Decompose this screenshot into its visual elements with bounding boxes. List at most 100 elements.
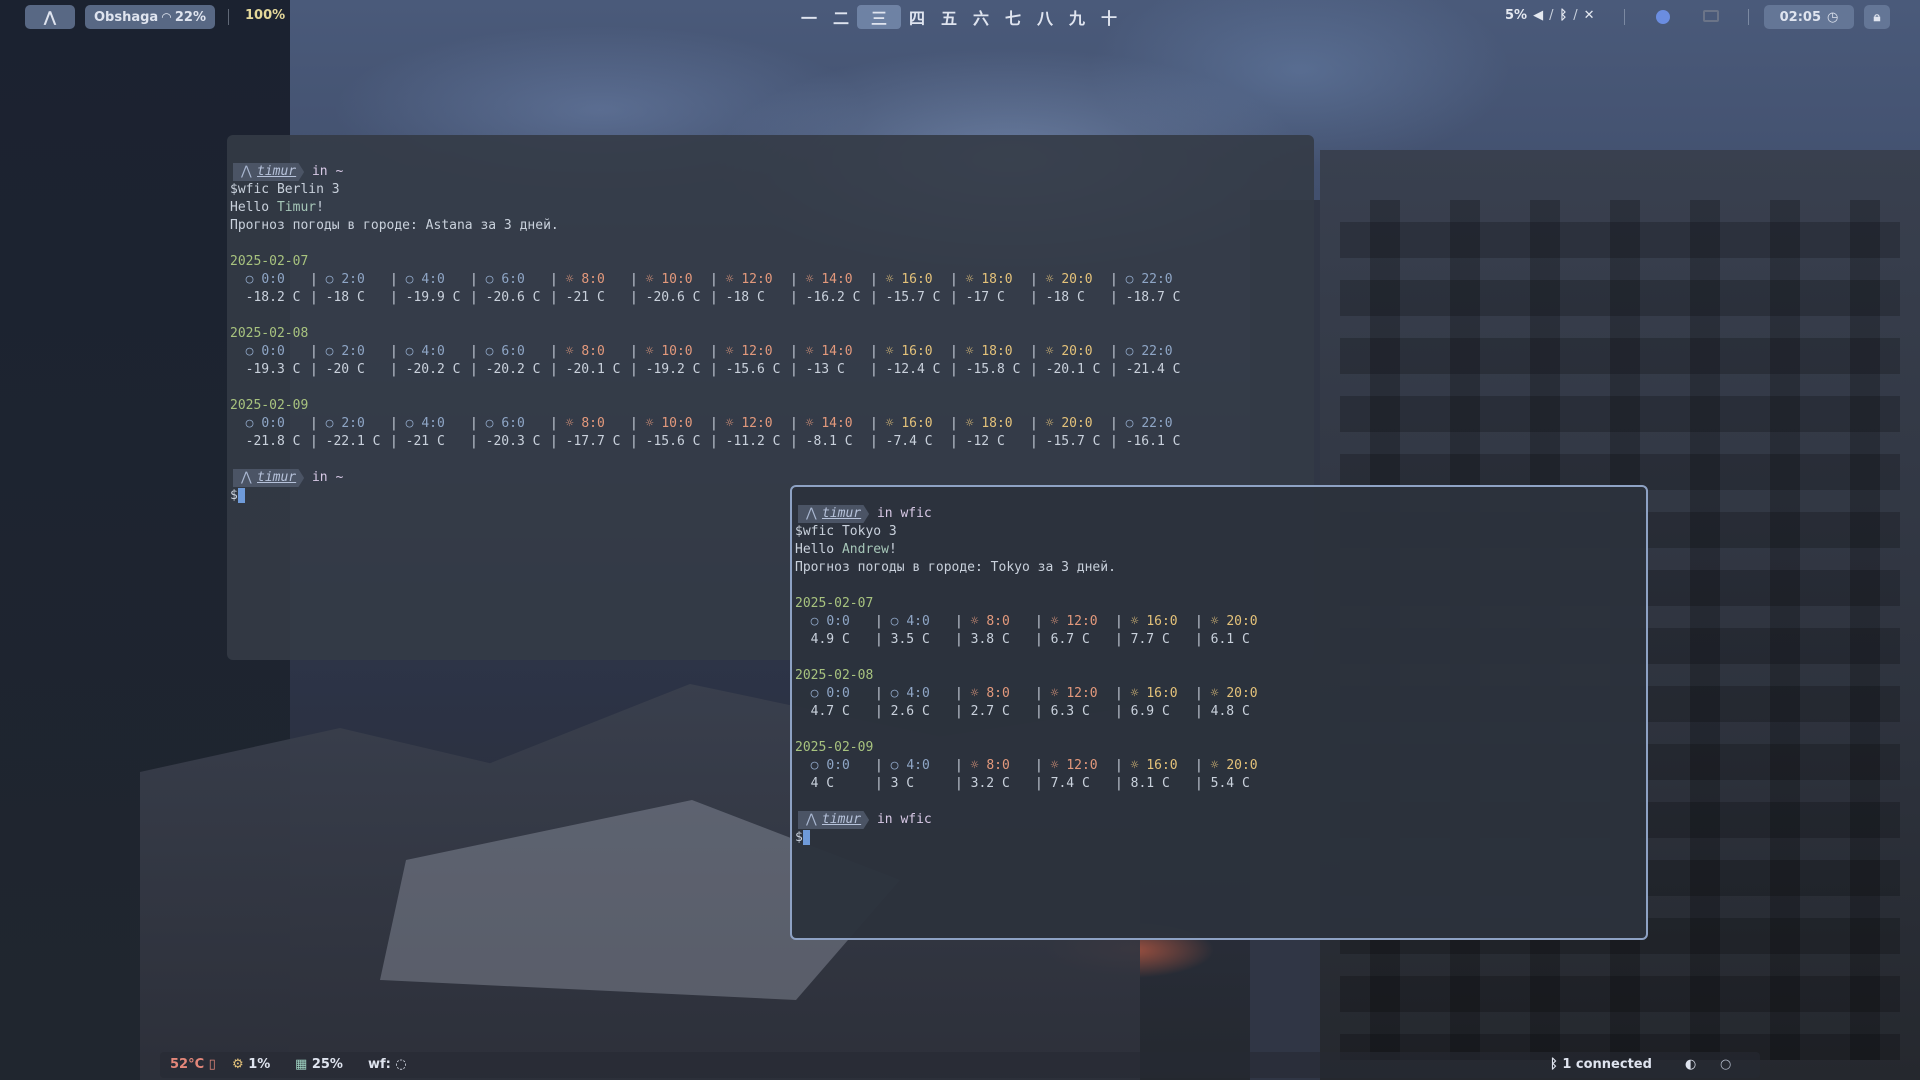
column-separator: | (390, 344, 398, 359)
memory-usage[interactable]: ▦ 25% (295, 1057, 343, 1072)
moon-icon: ○ (397, 272, 414, 287)
volume-level[interactable]: 5% (1505, 8, 1527, 23)
cpu-temp[interactable]: 52°C ▯ (170, 1057, 216, 1072)
cpu-temp-value: 52°C (170, 1057, 205, 1072)
column-separator: | (870, 272, 878, 287)
lock-button[interactable]: 🔒︎ (1864, 5, 1890, 29)
notification-icon[interactable]: ○ (1720, 1057, 1731, 1072)
workspace-6[interactable]: 六 (965, 5, 997, 29)
column-separator: | (1195, 776, 1203, 791)
temperature-value: -21.4 C (1125, 362, 1181, 377)
mic-muted-icon[interactable]: ✕ (1584, 8, 1595, 23)
input-prefix: $ (795, 830, 803, 845)
workspace-4[interactable]: 四 (901, 5, 933, 29)
hour-cell: | ○ 2:0 (310, 415, 390, 433)
app-indicator-icon[interactable] (1656, 10, 1670, 24)
column-separator: | (870, 416, 878, 431)
column-separator: | (310, 416, 318, 431)
hour-label: 4:0 (421, 416, 445, 431)
bluetooth-value: 1 connected (1562, 1057, 1652, 1072)
temp-cell: 4.9 C (795, 631, 875, 649)
sun-icon: ☼ (877, 344, 894, 359)
moon-icon: ○ (477, 416, 494, 431)
sun-icon: ☼ (1037, 344, 1054, 359)
temp-cell: | -20.2 C (470, 361, 550, 379)
column-separator: | (875, 614, 883, 629)
moon-icon: ○ (802, 758, 819, 773)
moon-icon: ○ (237, 416, 254, 431)
hour-label: 18:0 (981, 272, 1013, 287)
column-separator: | (310, 434, 318, 449)
night-mode-icon[interactable]: ◐ (1685, 1057, 1696, 1072)
hour-cell: | ☼ 18:0 (950, 415, 1030, 433)
sun-icon: ☼ (797, 272, 814, 287)
workspace-5[interactable]: 五 (933, 5, 965, 29)
moon-icon: ○ (477, 344, 494, 359)
temp-cell: | -18.7 C (1110, 289, 1190, 307)
network-widget[interactable]: Obshaga ◠ 22% (85, 5, 215, 29)
temp-cell: | 7.4 C (1035, 775, 1115, 793)
column-separator: | (550, 344, 558, 359)
column-separator: | (1110, 290, 1118, 305)
cpu-load[interactable]: ⚙ 1% (232, 1057, 270, 1072)
hour-label: 4:0 (421, 272, 445, 287)
prompt-user: timur (257, 164, 297, 179)
column-separator (795, 614, 803, 629)
launcher-button[interactable]: ⋀ (25, 5, 75, 29)
column-separator: | (470, 272, 478, 287)
temp-cell: | 2.6 C (875, 703, 955, 721)
hello-line: Hello Andrew! (795, 541, 1646, 559)
hour-label: 10:0 (661, 344, 693, 359)
column-separator: | (1035, 758, 1043, 773)
hour-cell: | ☼ 20:0 (1195, 613, 1275, 631)
hour-label: 20:0 (1226, 614, 1258, 629)
workspace-7[interactable]: 七 (997, 5, 1029, 29)
column-separator: | (1110, 434, 1118, 449)
command-line: $wfic Tokyo 3 (795, 524, 897, 539)
workspace-8[interactable]: 八 (1029, 5, 1061, 29)
temp-cell: -19.3 C (230, 361, 310, 379)
column-separator: | (790, 344, 798, 359)
sun-icon: ☼ (1202, 614, 1219, 629)
column-separator: | (390, 290, 398, 305)
column-separator: | (870, 290, 878, 305)
column-separator: | (470, 290, 478, 305)
workspace-3[interactable]: 三 (857, 5, 901, 29)
speaker-icon[interactable]: ◀ (1533, 8, 1543, 23)
hour-cell: | ○ 2:0 (310, 271, 390, 289)
hour-cell: | ○ 2:0 (310, 343, 390, 361)
workspace-2[interactable]: 二 (825, 5, 857, 29)
bluetooth-status[interactable]: ᛒ 1 connected (1550, 1057, 1652, 1072)
forecast-table: ○ 0:0 | ○ 4:0 | ☼ 8:0 | ☼ 12:0 | ☼ 16:0 | ☼ 2… (795, 757, 1646, 793)
brightness-level[interactable]: 100% (245, 8, 285, 23)
display-icon[interactable] (1703, 10, 1719, 22)
workspace-9[interactable]: 九 (1061, 5, 1093, 29)
clock-widget[interactable]: 02:05 ◷ (1764, 5, 1854, 29)
workspace-10[interactable]: 十 (1093, 5, 1125, 29)
bluetooth-icon[interactable]: ᛒ (1559, 8, 1567, 23)
workspace-1[interactable]: 一 (793, 5, 825, 29)
temperature-value: 6.1 C (1210, 632, 1250, 647)
prompt-user: timur (257, 470, 297, 485)
column-separator: | (710, 272, 718, 287)
hour-cell: | ☼ 12:0 (1035, 613, 1115, 631)
hour-label: 4:0 (906, 614, 930, 629)
hour-label: 22:0 (1141, 416, 1173, 431)
column-separator: | (550, 272, 558, 287)
input-line[interactable]: $ (795, 829, 1646, 847)
temperature-value: 2.6 C (890, 704, 930, 719)
temp-cell: | -18 C (710, 289, 790, 307)
hour-cell: | ☼ 12:0 (710, 415, 790, 433)
top-bar: ⋀ Obshaga ◠ 22% 100% 一二三四五六七八九十 5% ◀ / ᛒ… (0, 0, 1920, 34)
terminal-window-2[interactable]: ⋀ timur in wfic $wfic Tokyo 3 Hello Andre… (790, 485, 1648, 940)
column-separator: | (710, 290, 718, 305)
cpu-load-value: 1% (248, 1057, 271, 1072)
temp-cell: | -11.2 C (710, 433, 790, 451)
hour-label: 14:0 (821, 416, 853, 431)
column-separator (230, 290, 238, 305)
wf-recorder[interactable]: wf: ◌ (368, 1057, 407, 1072)
temp-cell: | -15.8 C (950, 361, 1030, 379)
hour-cell: | ☼ 16:0 (1115, 685, 1195, 703)
hello-line: Hello Timur! (230, 199, 1314, 217)
